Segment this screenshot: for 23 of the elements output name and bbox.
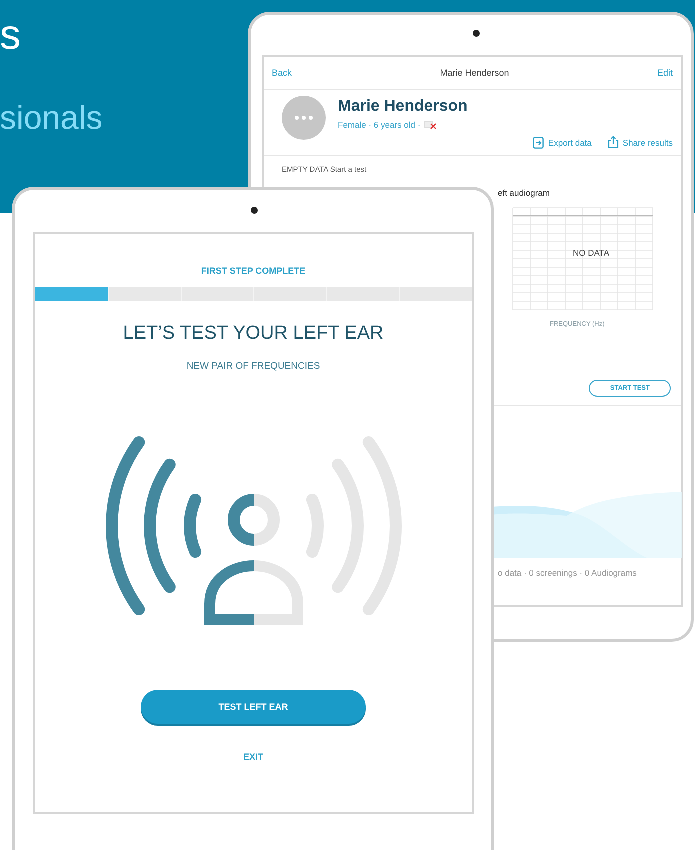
export-document-icon xyxy=(533,136,544,148)
patient-details: Female · 6 years old · xyxy=(338,120,421,130)
broken-image-icon xyxy=(424,120,437,130)
step-label: FIRST STEP COMPLETE xyxy=(201,266,306,276)
screen-heading: LET’S TEST YOUR LEFT EAR xyxy=(123,323,384,345)
patient-name: Marie Henderson xyxy=(338,98,468,116)
ellipsis-icon xyxy=(295,116,313,120)
exit-link[interactable]: EXIT xyxy=(243,752,264,762)
share-button[interactable]: Share results xyxy=(608,136,673,149)
summary-text: o data · 0 screenings · 0 Audiograms xyxy=(498,568,638,578)
nav-title: Marie Henderson xyxy=(440,68,510,78)
banner-heading: s xyxy=(0,10,21,60)
share-icon xyxy=(608,136,619,149)
test-left-ear-button[interactable]: TEST LEFT EAR xyxy=(141,690,366,724)
back-link[interactable]: Back xyxy=(272,68,292,78)
camera-icon xyxy=(473,30,480,37)
export-button[interactable]: Export data xyxy=(533,136,592,149)
no-data-text: NO DATA xyxy=(573,248,610,258)
camera-icon xyxy=(251,207,258,214)
edit-link[interactable]: Edit xyxy=(657,68,673,78)
banner-subheading: sionals xyxy=(0,98,103,138)
audiogram-title: eft audiogram xyxy=(498,188,551,198)
screen-subheading: NEW PAIR OF FREQUENCIES xyxy=(186,361,320,372)
